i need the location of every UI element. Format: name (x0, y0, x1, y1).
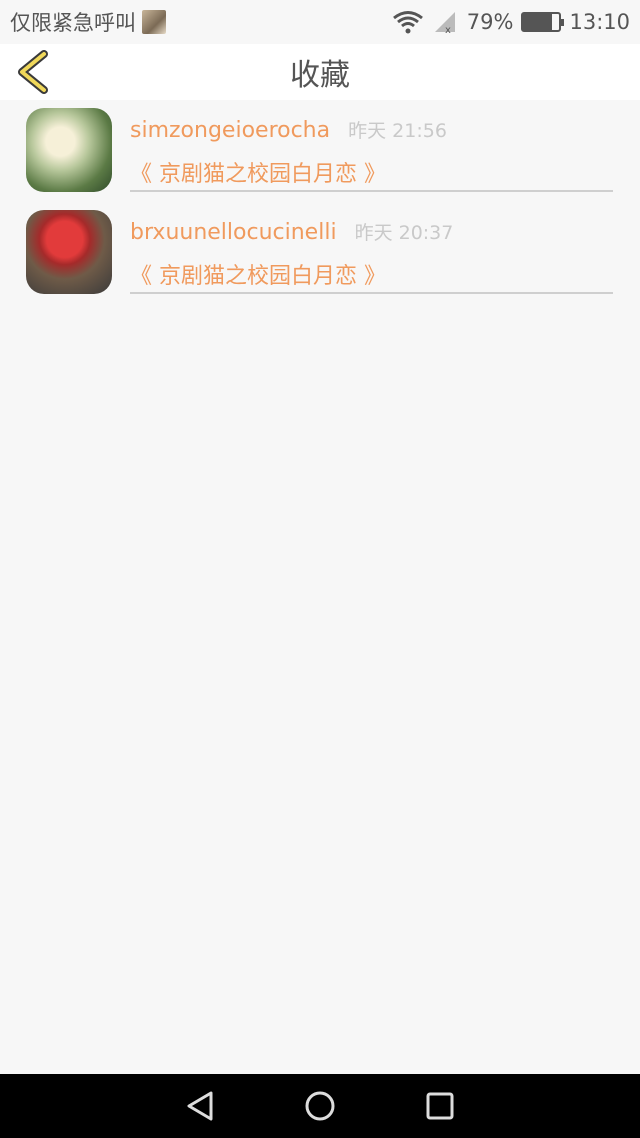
status-left: 仅限紧急呼叫 (10, 7, 166, 37)
image-thumbnail-icon (142, 10, 166, 34)
avatar[interactable] (26, 210, 112, 294)
back-button[interactable] (14, 50, 54, 94)
nav-home-button[interactable] (300, 1086, 340, 1126)
book-title[interactable]: 《 京剧猫之校园白月恋 》 (130, 156, 386, 188)
username[interactable]: brxuunellocucinelli (130, 220, 337, 245)
list-item-content: brxuunellocucinelli 昨天 20:37 《 京剧猫之校园白月恋… (130, 202, 613, 294)
battery-icon (521, 12, 565, 32)
favorites-list: simzongeioerocha 昨天 21:56 《 京剧猫之校园白月恋 》 … (0, 100, 640, 304)
list-item-content: simzongeioerocha 昨天 21:56 《 京剧猫之校园白月恋 》 (130, 100, 613, 192)
page-title: 收藏 (290, 58, 350, 93)
nav-recents-button[interactable] (420, 1086, 460, 1126)
clock: 13:10 (569, 10, 630, 34)
avatar[interactable] (26, 108, 112, 192)
list-item[interactable]: brxuunellocucinelli 昨天 20:37 《 京剧猫之校园白月恋… (0, 202, 640, 304)
book-title[interactable]: 《 京剧猫之校园白月恋 》 (130, 258, 386, 290)
list-item[interactable]: simzongeioerocha 昨天 21:56 《 京剧猫之校园白月恋 》 (0, 100, 640, 202)
svg-text:x: x (445, 25, 451, 34)
home-circle-icon (305, 1091, 335, 1121)
name-row: brxuunellocucinelli 昨天 20:37 (130, 218, 453, 245)
chevron-left-icon (18, 50, 48, 94)
back-triangle-icon (187, 1091, 213, 1121)
battery-fill (523, 14, 552, 30)
wifi-icon (392, 11, 423, 34)
battery-percent: 79% (466, 10, 514, 34)
signal-icon: x (434, 12, 455, 34)
timestamp: 昨天 20:37 (354, 222, 454, 244)
app-header: 收藏 (0, 44, 640, 100)
system-nav-bar (0, 1074, 640, 1138)
status-right: x 79% 13:10 (391, 9, 630, 35)
name-row: simzongeioerocha 昨天 21:56 (130, 116, 447, 143)
username[interactable]: simzongeioerocha (130, 118, 330, 143)
nav-back-button[interactable] (180, 1086, 220, 1126)
carrier-text: 仅限紧急呼叫 (10, 11, 136, 35)
status-bar: 仅限紧急呼叫 x 79% 13:10 (0, 0, 640, 44)
timestamp: 昨天 21:56 (348, 120, 447, 142)
recents-square-icon (426, 1092, 454, 1120)
